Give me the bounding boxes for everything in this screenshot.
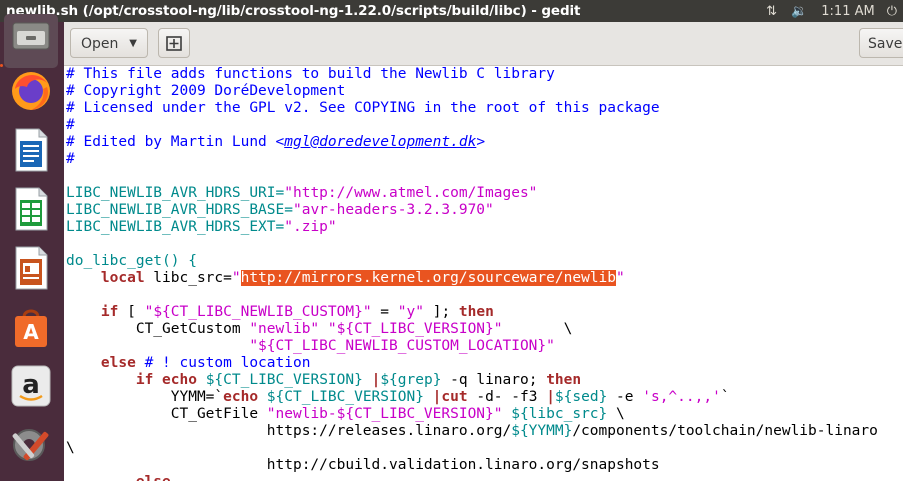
code-line: CT_GetCustom "newlib" "${CT_LIBC_VERSION… <box>66 321 573 337</box>
text-editor[interactable]: # This file adds functions to build the … <box>64 66 903 481</box>
file-cabinet-icon <box>12 22 50 50</box>
window-title: newlib.sh (/opt/crosstool-ng/lib/crossto… <box>6 3 581 19</box>
code-line: \ <box>66 440 75 456</box>
ubuntu-software-icon: A <box>15 309 47 347</box>
launcher-impress[interactable] <box>4 241 58 295</box>
amazon-icon: a <box>11 365 51 407</box>
code-line: YYMM=`echo ${CT_LIBC_VERSION} |cut -d- -… <box>66 389 730 405</box>
code-line: https://releases.linaro.org/${YYMM}/comp… <box>66 423 878 439</box>
svg-text:A: A <box>23 320 39 344</box>
power-icon[interactable]: ⏻ <box>887 4 897 19</box>
clock[interactable]: 1:11 AM <box>821 4 874 19</box>
launcher-firefox[interactable] <box>4 64 58 118</box>
speaker-volume-icon[interactable]: 🔉 <box>791 4 807 19</box>
code-line: # This file adds functions to build the … <box>66 66 555 82</box>
email-link[interactable]: mgl@doredevelopment.dk <box>284 134 476 150</box>
launcher-calc[interactable] <box>4 182 58 236</box>
code-line: local libc_src="http://mirrors.kernel.or… <box>100 270 625 286</box>
code-line: # Licensed under the GPL v2. See COPYING… <box>66 100 660 116</box>
firefox-icon <box>12 72 50 110</box>
launcher-amazon[interactable]: a <box>4 359 58 413</box>
code-line: LIBC_NEWLIB_AVR_HDRS_URI="http://www.atm… <box>66 185 538 201</box>
code-line: if echo ${CT_LIBC_VERSION} |${grep} -q l… <box>135 372 582 388</box>
code-line: LIBC_NEWLIB_AVR_HDRS_EXT=".zip" <box>66 219 337 235</box>
launcher-software[interactable]: A <box>4 300 58 354</box>
code-line: "${CT_LIBC_NEWLIB_CUSTOM_LOCATION}" <box>66 338 555 354</box>
libreoffice-writer-icon <box>15 128 48 172</box>
code-line: else # ! custom location <box>100 355 311 371</box>
new-tab-icon <box>166 36 182 51</box>
code-line: if [ "${CT_LIBC_NEWLIB_CUSTOM}" = "y" ];… <box>100 304 494 320</box>
launcher-writer[interactable] <box>4 123 58 177</box>
header-bar: Open ▼ Save <box>64 22 903 66</box>
code-line: http://cbuild.validation.linaro.org/snap… <box>66 457 660 473</box>
code-line: CT_GetFile "newlib-${CT_LIBC_VERSION}" $… <box>66 406 625 422</box>
svg-text:a: a <box>22 370 40 400</box>
network-arrows-icon[interactable]: ⇅ <box>766 4 777 19</box>
code-line: # Copyright 2009 DoréDevelopment <box>66 83 346 99</box>
system-settings-icon <box>12 429 49 461</box>
code-line: else <box>66 474 171 481</box>
code-line: # <box>66 151 75 167</box>
libreoffice-impress-icon <box>15 246 48 290</box>
top-panel: newlib.sh (/opt/crosstool-ng/lib/crossto… <box>0 0 903 22</box>
code-line: # <box>66 117 75 133</box>
code-line: # Edited by Martin Lund <mgl@doredevelop… <box>66 134 486 150</box>
launcher-files[interactable] <box>4 14 58 68</box>
chevron-down-icon: ▼ <box>129 38 137 49</box>
open-button[interactable]: Open ▼ <box>70 28 148 58</box>
launcher: A a <box>0 14 64 481</box>
selected-text[interactable]: http://mirrors.kernel.org/sourceware/new… <box>240 270 617 286</box>
code-line: LIBC_NEWLIB_AVR_HDRS_BASE="avr-headers-3… <box>66 202 494 218</box>
open-button-label: Open <box>81 36 119 52</box>
libreoffice-calc-icon <box>15 187 48 231</box>
save-button[interactable]: Save <box>859 28 903 58</box>
code-line: do_libc_get() { <box>66 253 197 269</box>
new-document-button[interactable] <box>158 28 190 58</box>
system-tray: ⇅ 🔉 1:11 AM ⏻ <box>766 0 903 22</box>
launcher-settings[interactable] <box>4 418 58 472</box>
